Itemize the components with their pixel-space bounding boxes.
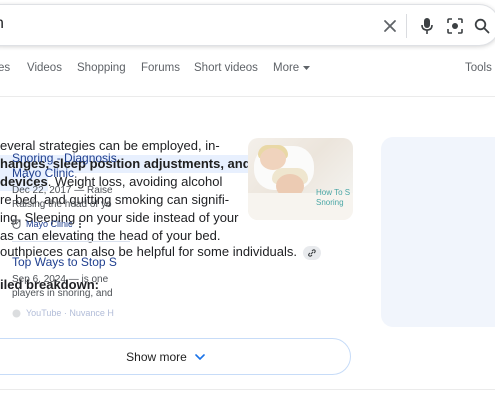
mayo-clinic-logo-icon (12, 219, 21, 229)
source-card-youtube[interactable]: Top Ways to Stop S Sep 6, 2024 — is one … (12, 255, 132, 318)
tab-images[interactable]: es (0, 62, 10, 74)
chevron-down-icon (195, 353, 205, 360)
tab-shopping[interactable]: Shopping (77, 62, 126, 74)
source-site: Mayo Clinic (12, 219, 132, 229)
thumbnail-person (260, 148, 286, 170)
source-snippet: Dec 22, 2017 — Raise (12, 185, 113, 196)
thumbnail-overlay-text: How To S Snoring (316, 188, 350, 208)
thumbnail-overlay-line: Snoring (316, 198, 344, 207)
caret-down-icon (303, 65, 311, 70)
snoring-thumbnail[interactable]: How To S Snoring (248, 138, 353, 220)
link-icon (308, 248, 316, 257)
source-site-name: YouTube · Nuvance H (26, 308, 114, 318)
bottom-divider (0, 389, 495, 390)
search-divider (406, 14, 407, 38)
search-input[interactable]: n (0, 15, 4, 33)
source-title[interactable]: Top Ways to Stop S (12, 255, 132, 270)
clear-icon[interactable] (381, 17, 399, 35)
thumbnail-overlay-line: How To S (316, 188, 351, 197)
show-more-label: Show more (126, 349, 187, 364)
search-tabs: es Videos Shopping Forums Short videos M… (0, 62, 495, 80)
source-title[interactable]: Mayo Clinic (12, 166, 132, 181)
tab-videos[interactable]: Videos (27, 62, 62, 74)
microphone-icon[interactable] (418, 17, 436, 35)
source-card-mayo[interactable]: Snoring - Diagnosis Mayo Clinic Dec 22, … (12, 151, 132, 229)
source-snippet: players in snoring, and (12, 288, 113, 299)
show-more-button[interactable]: Show more (0, 338, 351, 375)
source-divider (12, 241, 130, 242)
tab-forums[interactable]: Forums (141, 62, 180, 74)
search-bar[interactable]: n (0, 4, 495, 46)
source-title[interactable]: Snoring - Diagnosis (12, 151, 132, 166)
tools-button[interactable]: Tools (465, 62, 492, 74)
tab-more[interactable]: More (273, 62, 311, 74)
source-link-chip[interactable] (303, 245, 322, 260)
lens-icon[interactable] (446, 17, 464, 35)
sources-panel (381, 137, 495, 327)
tab-short-videos[interactable]: Short videos (194, 62, 258, 74)
source-snippet: Sep 6, 2024 — is one (12, 274, 109, 285)
source-site-name: Mayo Clinic (26, 219, 73, 229)
source-site: YouTube · Nuvance H (12, 308, 132, 318)
more-vert-icon[interactable] (78, 219, 82, 229)
source-snippet: Raising the head of yo (12, 199, 112, 210)
search-icon[interactable] (473, 17, 491, 35)
header-divider (0, 96, 495, 97)
tab-more-label: More (273, 62, 300, 74)
youtube-logo-icon (12, 309, 21, 317)
